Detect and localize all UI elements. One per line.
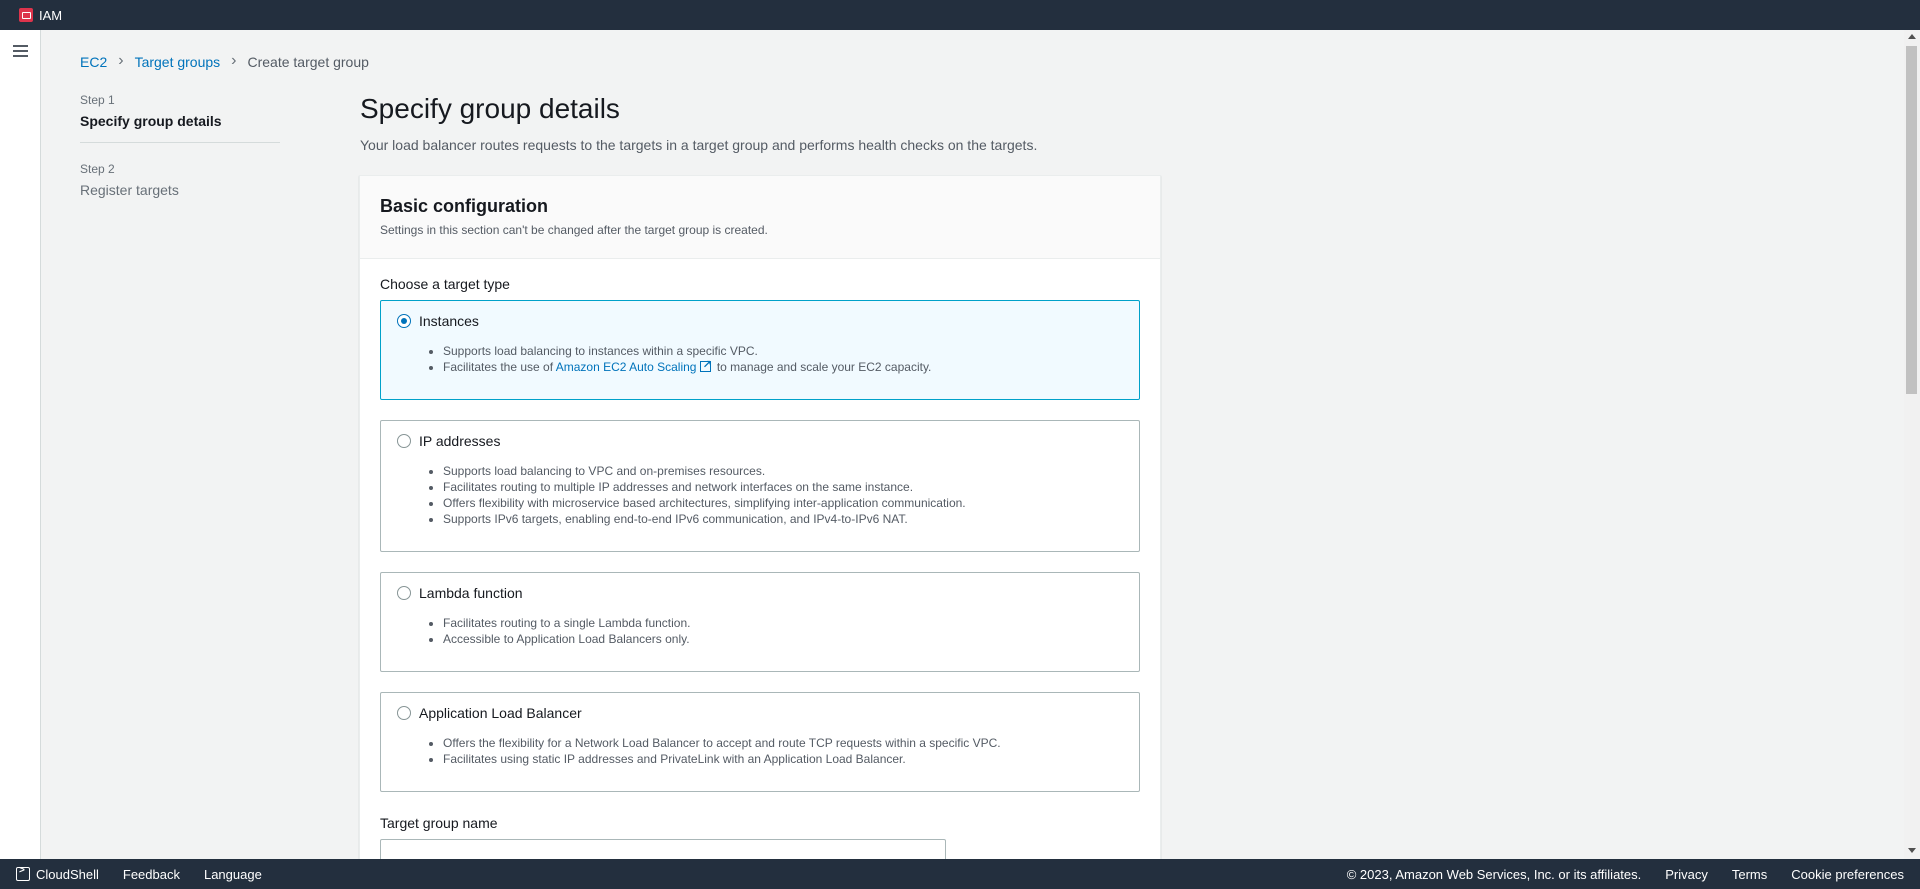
list-item: Supports load balancing to instances wit… <box>443 343 931 359</box>
instances-label: Instances <box>419 313 479 329</box>
iam-service-icon[interactable] <box>19 8 33 22</box>
list-item: Offers the flexibility for a Network Loa… <box>443 735 1001 751</box>
list-item: Offers flexibility with microservice bas… <box>443 495 966 511</box>
step-2-number: Step 2 <box>80 162 115 176</box>
lambda-label: Lambda function <box>419 585 523 601</box>
target-type-instances-tile[interactable]: Instances Supports load balancing to ins… <box>380 300 1140 400</box>
ip-addresses-description-list: Supports load balancing to VPC and on-pr… <box>443 463 966 527</box>
scrollbar-thumb[interactable] <box>1906 46 1917 394</box>
lambda-description-list: Facilitates routing to a single Lambda f… <box>443 615 690 647</box>
cloudshell-button[interactable]: CloudShell <box>36 867 99 882</box>
terms-link[interactable]: Terms <box>1732 867 1767 882</box>
scroll-down-arrow-icon[interactable] <box>1908 848 1916 853</box>
autoscaling-prefix: Facilitates the use of <box>443 360 554 374</box>
target-type-label: Choose a target type <box>380 276 510 292</box>
instances-radio[interactable] <box>397 314 411 328</box>
side-navigation-rail <box>0 30 41 859</box>
scroll-up-arrow-icon[interactable] <box>1908 34 1916 39</box>
breadcrumb-target-groups-link[interactable]: Target groups <box>135 54 221 70</box>
target-type-ip-addresses-tile[interactable]: IP addresses Supports load balancing to … <box>380 420 1140 552</box>
step-2-title[interactable]: Register targets <box>80 182 280 198</box>
top-navigation-bar: IAM <box>0 0 1920 30</box>
console-footer: CloudShell Feedback Language © 2023, Ama… <box>0 859 1920 889</box>
panel-header: Basic configuration Settings in this sec… <box>360 176 1160 259</box>
ec2-auto-scaling-link[interactable]: Amazon EC2 Auto Scaling <box>556 360 697 374</box>
lambda-radio[interactable] <box>397 586 411 600</box>
wizard-steps: Step 1 Specify group details Step 2 Regi… <box>80 93 280 198</box>
service-name[interactable]: IAM <box>39 8 62 23</box>
target-type-lambda-tile[interactable]: Lambda function Facilitates routing to a… <box>380 572 1140 672</box>
list-item: Accessible to Application Load Balancers… <box>443 631 690 647</box>
chevron-right-icon: › <box>118 52 124 69</box>
cookie-preferences-link[interactable]: Cookie preferences <box>1791 867 1904 882</box>
feedback-button[interactable]: Feedback <box>123 867 180 882</box>
list-item: Supports IPv6 targets, enabling end-to-e… <box>443 511 966 527</box>
panel-subtitle: Settings in this section can't be change… <box>380 223 768 237</box>
ip-addresses-label: IP addresses <box>419 433 501 449</box>
list-item: Supports load balancing to VPC and on-pr… <box>443 463 966 479</box>
alb-description-list: Offers the flexibility for a Network Loa… <box>443 735 1001 767</box>
list-item: Facilitates the use of Amazon EC2 Auto S… <box>443 357 932 375</box>
page-description: Your load balancer routes requests to th… <box>360 137 1038 153</box>
autoscaling-suffix: to manage and scale your EC2 capacity. <box>716 360 932 374</box>
language-button[interactable]: Language <box>204 867 262 882</box>
alb-radio[interactable] <box>397 706 411 720</box>
external-link-icon[interactable] <box>700 357 712 373</box>
step-1-number: Step 1 <box>80 93 115 107</box>
privacy-link[interactable]: Privacy <box>1665 867 1708 882</box>
breadcrumb-current: Create target group <box>247 54 369 70</box>
cloudshell-icon[interactable] <box>16 865 30 881</box>
list-item: Facilitates using static IP addresses an… <box>443 751 1001 767</box>
target-type-alb-tile[interactable]: Application Load Balancer Offers the fle… <box>380 692 1140 792</box>
alb-label: Application Load Balancer <box>419 705 582 721</box>
step-1-title: Specify group details <box>80 113 222 129</box>
chevron-right-icon: › <box>231 52 237 69</box>
breadcrumb: EC2 › Target groups › Create target grou… <box>80 52 369 71</box>
page-scrollbar[interactable] <box>1904 30 1920 859</box>
panel-title: Basic configuration <box>380 196 549 216</box>
list-item: Facilitates routing to a single Lambda f… <box>443 615 690 631</box>
breadcrumb-ec2-link[interactable]: EC2 <box>80 54 107 70</box>
instances-description-list: Supports load balancing to instances wit… <box>443 343 931 375</box>
target-group-name-label: Target group name <box>380 815 498 831</box>
page-title: Specify group details <box>360 93 620 124</box>
copyright-text: © 2023, Amazon Web Services, Inc. or its… <box>1346 866 1642 882</box>
list-item: Facilitates routing to multiple IP addre… <box>443 479 966 495</box>
step-divider <box>80 142 280 143</box>
basic-configuration-panel: Basic configuration Settings in this sec… <box>359 175 1161 875</box>
ip-addresses-radio[interactable] <box>397 434 411 448</box>
hamburger-menu-icon[interactable] <box>13 45 28 57</box>
